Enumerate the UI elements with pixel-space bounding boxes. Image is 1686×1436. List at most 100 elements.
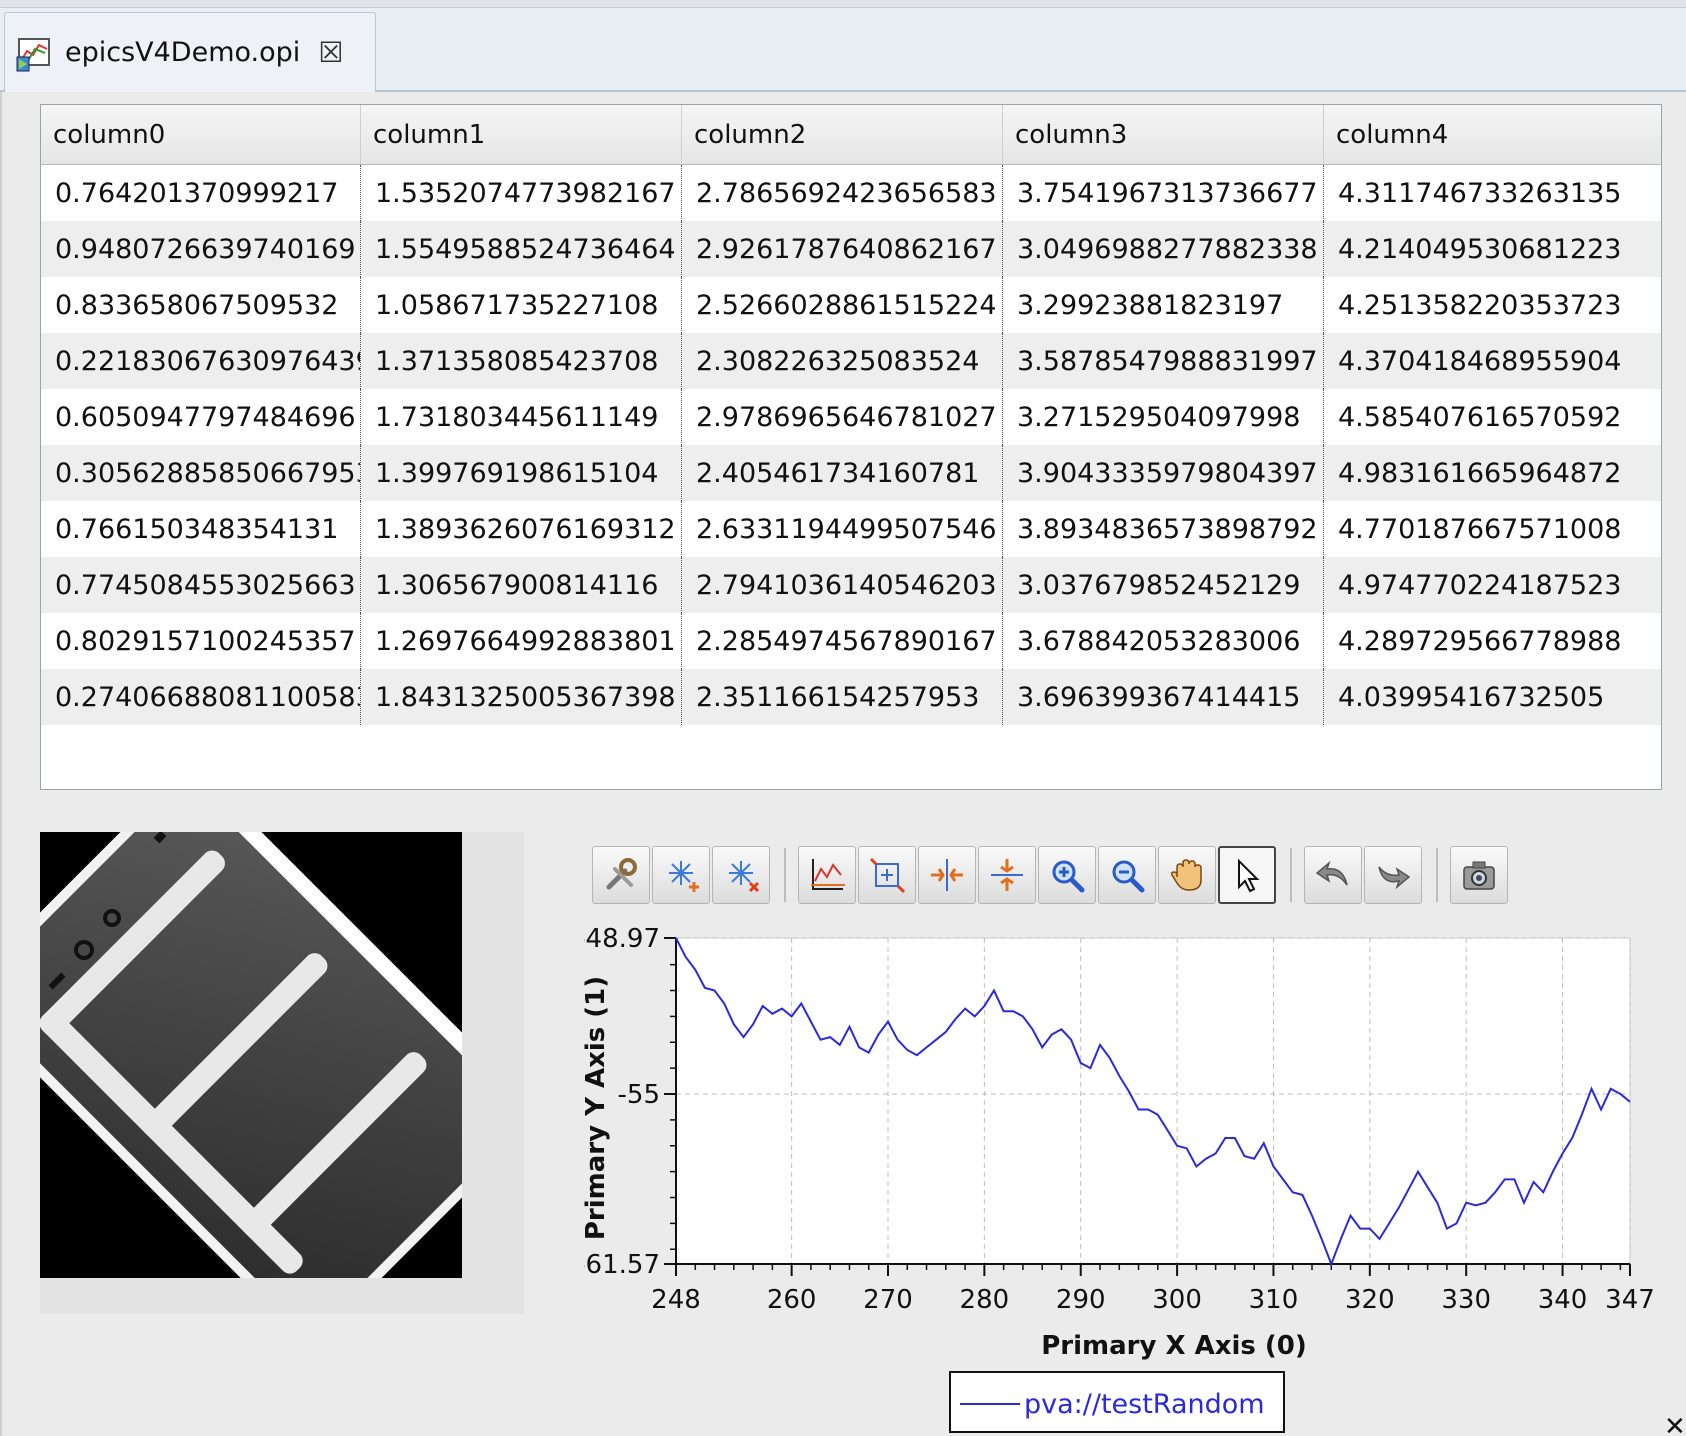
column-header[interactable]: column3 — [1003, 105, 1324, 164]
table-cell[interactable]: 4.370418468955904 — [1324, 333, 1660, 389]
table-cell[interactable]: 1.058671735227108 — [361, 277, 682, 333]
table-cell[interactable]: 1.3893626076169312 — [361, 501, 682, 557]
table-cell[interactable]: 0.6050947797484696 — [41, 389, 361, 445]
table-cell[interactable]: 2.7865692423656583 — [682, 165, 1003, 221]
table-cell[interactable]: 0.22183067630976439 — [41, 333, 361, 389]
table-cell[interactable]: 0.30562885850667953 — [41, 445, 361, 501]
table-row[interactable]: 0.764201370999217 1.5352074773982167 2.786… — [41, 165, 1661, 221]
autoscale-button[interactable] — [798, 846, 856, 904]
opi-file-icon — [16, 37, 50, 71]
table-cell[interactable]: 4.983161665964872 — [1324, 445, 1660, 501]
table-cell[interactable]: 3.0496988277882338 — [1003, 221, 1324, 277]
pan-button[interactable] — [1158, 846, 1216, 904]
table-row[interactable]: 0.22183067630976439 1.371358085423708 2.30… — [41, 333, 1661, 389]
x-tick-label: 260 — [767, 1285, 817, 1315]
table-cell[interactable]: 1.2697664992883801 — [361, 613, 682, 669]
tab-strip-top-border — [0, 0, 1686, 8]
horizontal-zoom-button[interactable] — [918, 846, 976, 904]
configure-icon — [606, 858, 637, 890]
table-cell[interactable]: 2.308226325083524 — [682, 333, 1003, 389]
editor-tab-strip: epicsV4Demo.opi ☒ — [0, 0, 1686, 92]
table-cell[interactable]: 4.770187667571008 — [1324, 501, 1660, 557]
table-row[interactable]: 0.27406688081100583 1.8431325005367398 2.3… — [41, 669, 1661, 725]
column-header[interactable]: column4 — [1324, 105, 1660, 164]
table-cell[interactable]: 1.5352074773982167 — [361, 165, 682, 221]
table-cell[interactable]: 4.974770224187523 — [1324, 557, 1660, 613]
table-row[interactable]: 0.766150348354131 1.3893626076169312 2.633… — [41, 501, 1661, 557]
column-header[interactable]: column0 — [41, 105, 361, 164]
table-cell[interactable]: 1.306567900814116 — [361, 557, 682, 613]
configure-button[interactable] — [592, 846, 650, 904]
table-row[interactable]: 0.6050947797484696 1.731803445611149 2.978… — [41, 389, 1661, 445]
x-tick-label: 320 — [1345, 1285, 1395, 1315]
table-row[interactable]: 0.833658067509532 1.058671735227108 2.5266… — [41, 277, 1661, 333]
table-cell[interactable]: 1.399769198615104 — [361, 445, 682, 501]
table-cell[interactable]: 0.27406688081100583 — [41, 669, 361, 725]
autoscale-icon — [811, 859, 845, 890]
table-cell[interactable]: 4.311746733263135 — [1324, 165, 1660, 221]
table-cell[interactable]: 3.271529504097998 — [1003, 389, 1324, 445]
table-cell[interactable]: 0.833658067509532 — [41, 277, 361, 333]
table-cell[interactable]: 2.7941036140546203 — [682, 557, 1003, 613]
table-cell[interactable]: 3.696399367414415 — [1003, 669, 1324, 725]
table-cell[interactable]: 2.405461734160781 — [682, 445, 1003, 501]
tab-epicsv4demo[interactable]: epicsV4Demo.opi ☒ — [4, 12, 376, 92]
zoom-in-icon — [1052, 860, 1085, 893]
table-cell[interactable]: 4.214049530681223 — [1324, 221, 1660, 277]
table-cell[interactable]: 4.289729566778988 — [1324, 613, 1660, 669]
table-row[interactable]: 0.30562885850667953 1.399769198615104 2.40… — [41, 445, 1661, 501]
add-annotation-button[interactable] — [652, 846, 710, 904]
table-cell[interactable]: 3.29923881823197 — [1003, 277, 1324, 333]
data-table[interactable]: column0 column1 column2 column3 column4 … — [40, 104, 1662, 790]
table-cell[interactable]: 3.037679852452129 — [1003, 557, 1324, 613]
snapshot-button[interactable] — [1450, 846, 1508, 904]
xy-graph[interactable]: 248 260 270 280 290 300 310 320 330 340 347 -48.97 -… — [576, 918, 1664, 1436]
table-cell[interactable]: 2.5266028861515224 — [682, 277, 1003, 333]
table-cell[interactable]: 3.678842053283006 — [1003, 613, 1324, 669]
y-tick-label: -48.97 — [584, 924, 660, 954]
vertical-zoom-button[interactable] — [978, 846, 1036, 904]
table-cell[interactable]: 2.9786965646781027 — [682, 389, 1003, 445]
table-cell[interactable]: 0.7745084553025663 — [41, 557, 361, 613]
plot-area[interactable] — [675, 937, 1631, 1265]
table-cell[interactable]: 0.766150348354131 — [41, 501, 361, 557]
table-row[interactable]: 0.9480726639740169 1.5549588524736464 2.92… — [41, 221, 1661, 277]
table-cell[interactable]: 1.731803445611149 — [361, 389, 682, 445]
table-cell[interactable]: 2.2854974567890167 — [682, 613, 1003, 669]
add-annotation-icon — [669, 861, 699, 892]
close-tab-icon[interactable]: ☒ — [318, 36, 343, 69]
table-cell[interactable]: 4.03995416732505 — [1324, 669, 1660, 725]
redo-button[interactable] — [1364, 846, 1422, 904]
y-tick-label: -55 — [618, 1080, 660, 1110]
column-header[interactable]: column1 — [361, 105, 682, 164]
table-cell[interactable]: 1.8431325005367398 — [361, 669, 682, 725]
pointer-button[interactable] — [1218, 846, 1276, 904]
table-cell[interactable]: 0.9480726639740169 — [41, 221, 361, 277]
column-header[interactable]: column2 — [682, 105, 1003, 164]
table-row[interactable]: 0.7745084553025663 1.306567900814116 2.794… — [41, 557, 1661, 613]
zoom-out-button[interactable] — [1098, 846, 1156, 904]
rubberband-zoom-button[interactable] — [858, 846, 916, 904]
table-cell[interactable]: 2.9261787640862167 — [682, 221, 1003, 277]
table-cell[interactable]: 2.6331194499507546 — [682, 501, 1003, 557]
undo-button[interactable] — [1304, 846, 1362, 904]
table-cell[interactable]: 0.8029157100245357 — [41, 613, 361, 669]
snapshot-icon — [1463, 861, 1495, 890]
table-cell[interactable]: 2.351166154257953 — [682, 669, 1003, 725]
table-cell[interactable]: 3.7541967313736677 — [1003, 165, 1324, 221]
table-cell[interactable]: 4.251358220353723 — [1324, 277, 1660, 333]
zoom-out-icon — [1112, 860, 1145, 893]
resize-handle-icon[interactable]: ✕ — [1664, 1412, 1686, 1436]
zoom-in-button[interactable] — [1038, 846, 1096, 904]
table-row[interactable]: 0.8029157100245357 1.2697664992883801 2.28… — [41, 613, 1661, 669]
image-widget — [40, 832, 462, 1278]
table-cell[interactable]: 0.764201370999217 — [41, 165, 361, 221]
table-cell[interactable]: 3.5878547988831997 — [1003, 333, 1324, 389]
table-cell[interactable]: 3.8934836573898792 — [1003, 501, 1324, 557]
table-cell[interactable]: 1.371358085423708 — [361, 333, 682, 389]
table-cell[interactable]: 1.5549588524736464 — [361, 221, 682, 277]
table-cell[interactable]: 3.9043335979804397 — [1003, 445, 1324, 501]
table-cell[interactable]: 4.585407616570592 — [1324, 389, 1660, 445]
remove-annotation-icon — [729, 861, 760, 893]
remove-annotation-button[interactable] — [712, 846, 770, 904]
